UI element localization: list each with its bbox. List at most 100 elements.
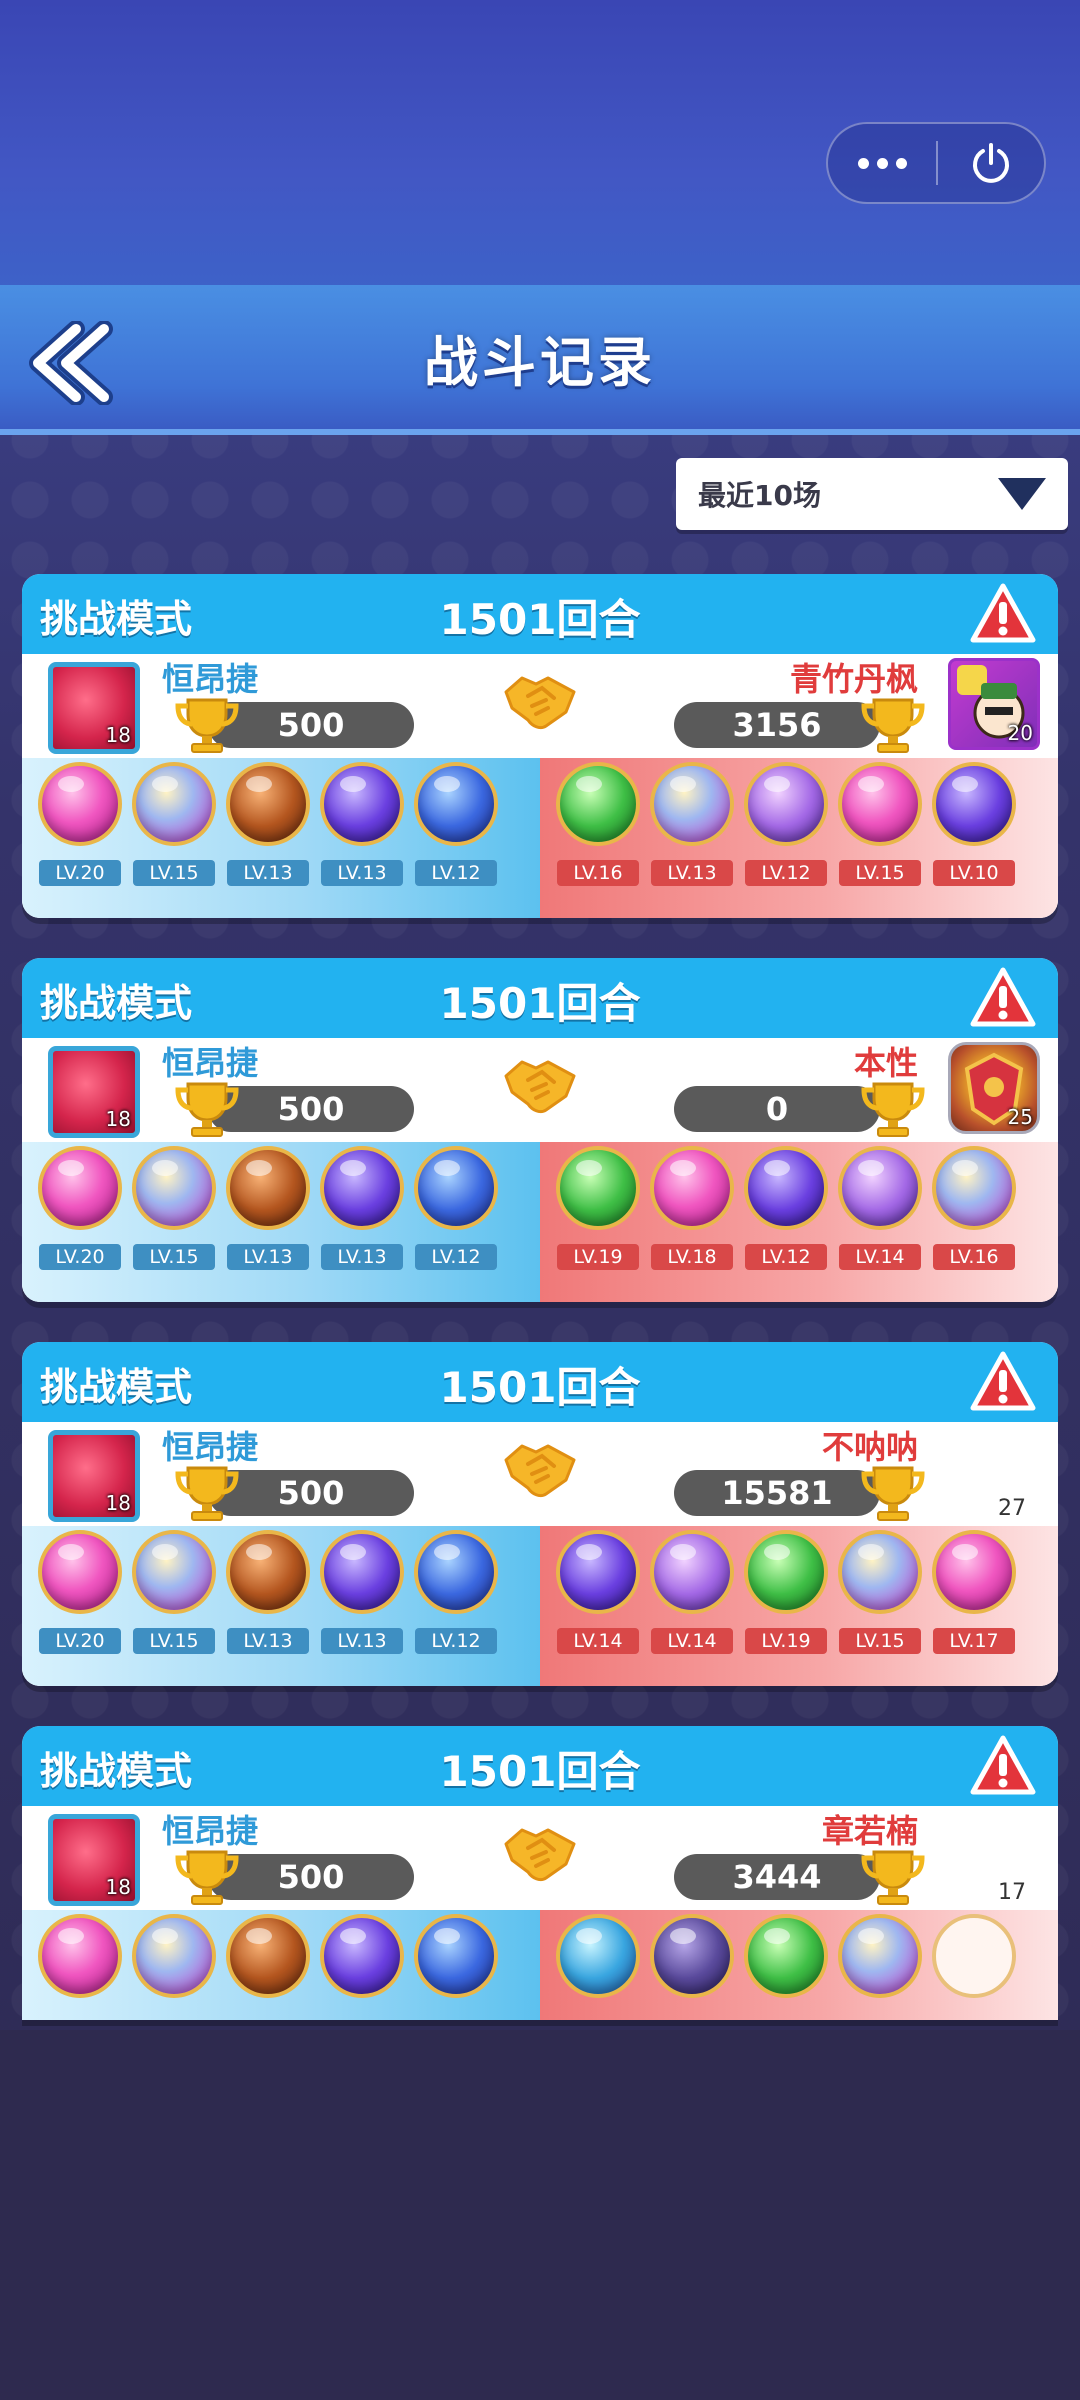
pet-slot[interactable] xyxy=(552,1914,644,2020)
pet-slot[interactable]: LV.14 xyxy=(834,1146,926,1302)
pet-slot[interactable]: LV.12 xyxy=(740,1146,832,1302)
rounds-label: 1501回合 xyxy=(439,1747,641,1796)
pet-slot[interactable] xyxy=(646,1914,738,2020)
my-team: LV.20 LV.15 LV.13 LV.13 LV.12 xyxy=(22,1526,540,1686)
battle-record-card[interactable]: 挑战模式 1501回合 18 恒昂捷 500 xyxy=(22,958,1058,1302)
opponent-avatar[interactable]: 25 xyxy=(948,1042,1040,1134)
pet-level: LV.16 xyxy=(933,1244,1015,1270)
pet-slot[interactable]: LV.16 xyxy=(928,1146,1020,1302)
pet-level: LV.14 xyxy=(651,1628,733,1654)
pet-slot[interactable]: LV.19 xyxy=(552,1146,644,1302)
filter-label: 最近10场 xyxy=(698,479,821,512)
pet-orb-icon xyxy=(226,1530,310,1614)
battle-record-card[interactable]: 挑战模式 1501回合 18 恒昂捷 500 xyxy=(22,1726,1058,2020)
pet-orb-icon xyxy=(132,1914,216,1998)
power-icon[interactable] xyxy=(938,139,1044,187)
pet-orb-icon xyxy=(650,1530,734,1614)
rounds-label: 1501回合 xyxy=(439,1363,641,1412)
pet-slot[interactable]: LV.15 xyxy=(128,762,220,918)
pet-slot[interactable]: LV.20 xyxy=(34,1146,126,1302)
card-body: 18 恒昂捷 500 章若楠 3444 17 xyxy=(22,1806,1058,2020)
pet-slot[interactable]: LV.13 xyxy=(222,1530,314,1686)
pet-orb-icon xyxy=(414,1146,498,1230)
handshake-icon xyxy=(504,1828,576,1882)
my-avatar[interactable]: 18 xyxy=(48,1046,140,1138)
pet-slot[interactable]: LV.13 xyxy=(316,1146,408,1302)
report-warning-icon[interactable] xyxy=(970,582,1036,644)
pet-slot[interactable]: LV.13 xyxy=(316,1530,408,1686)
opponent-trophy-count: 3444 xyxy=(674,1854,880,1900)
pet-orb-icon xyxy=(932,762,1016,846)
pet-slot[interactable] xyxy=(222,1914,314,2020)
pet-slot[interactable]: LV.19 xyxy=(740,1530,832,1686)
pet-slot[interactable]: LV.13 xyxy=(316,762,408,918)
range-filter-dropdown[interactable]: 最近10场 xyxy=(676,458,1068,530)
pet-slot[interactable]: LV.13 xyxy=(646,762,738,918)
pet-slot[interactable]: LV.15 xyxy=(128,1530,220,1686)
my-avatar[interactable]: 18 xyxy=(48,662,140,754)
pet-slot[interactable]: LV.10 xyxy=(928,762,1020,918)
report-warning-icon[interactable] xyxy=(970,1734,1036,1796)
pet-level: LV.20 xyxy=(39,1244,121,1270)
pet-orb-icon xyxy=(650,762,734,846)
battle-record-card[interactable]: 挑战模式 1501回合 18 恒昂捷 500 xyxy=(22,1342,1058,1686)
pet-slot[interactable]: LV.20 xyxy=(34,1530,126,1686)
report-warning-icon[interactable] xyxy=(970,1350,1036,1412)
pet-slot[interactable] xyxy=(834,1914,926,2020)
pet-level: LV.13 xyxy=(227,1628,309,1654)
pet-orb-icon xyxy=(38,1914,122,1998)
bottom-background xyxy=(0,2030,1080,2400)
pet-slot[interactable]: LV.15 xyxy=(834,762,926,918)
pet-slot[interactable]: LV.12 xyxy=(410,762,502,918)
pet-level: LV.15 xyxy=(839,1628,921,1654)
pet-slot[interactable]: LV.14 xyxy=(646,1530,738,1686)
pet-slot[interactable]: LV.12 xyxy=(410,1530,502,1686)
pet-slot[interactable]: LV.12 xyxy=(410,1146,502,1302)
dropdown-triangle-icon xyxy=(998,478,1046,510)
pet-slot[interactable]: LV.12 xyxy=(740,762,832,918)
pet-slot[interactable]: LV.20 xyxy=(34,762,126,918)
pet-slot[interactable]: LV.13 xyxy=(222,1146,314,1302)
pet-orb-icon xyxy=(414,1914,498,1998)
my-avatar-level: 18 xyxy=(105,1491,131,1515)
pet-slot[interactable]: LV.15 xyxy=(834,1530,926,1686)
pet-slot[interactable] xyxy=(740,1914,832,2020)
opponent-team: LV.14 LV.14 LV.19 LV.15 LV.17 xyxy=(540,1526,1058,1686)
pet-orb-icon xyxy=(932,1530,1016,1614)
pet-level: LV.17 xyxy=(933,1628,1015,1654)
pet-level: LV.15 xyxy=(133,860,215,886)
trophy-icon xyxy=(175,1082,239,1137)
opponent-avatar-level: 20 xyxy=(1007,721,1033,745)
my-avatar[interactable]: 18 xyxy=(48,1814,140,1906)
trophy-icon xyxy=(861,1850,925,1905)
rounds-label: 1501回合 xyxy=(439,595,641,644)
pet-slot[interactable] xyxy=(410,1914,502,2020)
pet-slot[interactable] xyxy=(128,1914,220,2020)
pet-slot[interactable]: LV.18 xyxy=(646,1146,738,1302)
card-body: 18 恒昂捷 500 不呐呐 15581 27 LV.20 LV.15 LV.1… xyxy=(22,1422,1058,1686)
pet-slot[interactable] xyxy=(928,1914,1020,2020)
opponent-avatar[interactable]: 20 xyxy=(948,658,1040,750)
pet-slot[interactable]: LV.15 xyxy=(128,1146,220,1302)
rounds-label: 1501回合 xyxy=(439,979,641,1028)
card-header: 挑战模式 1501回合 xyxy=(22,574,1058,654)
pet-level: LV.15 xyxy=(839,860,921,886)
pet-level: LV.13 xyxy=(321,860,403,886)
opponent-trophy-count: 3156 xyxy=(674,702,880,748)
opponent-team xyxy=(540,1910,1058,2020)
pet-level: LV.12 xyxy=(745,1244,827,1270)
battle-record-card[interactable]: 挑战模式 1501回合 18 恒昂捷 500 xyxy=(22,574,1058,918)
pet-slot[interactable]: LV.16 xyxy=(552,762,644,918)
my-avatar[interactable]: 18 xyxy=(48,1430,140,1522)
more-dots-icon[interactable] xyxy=(828,124,936,202)
pet-orb-icon xyxy=(226,1914,310,1998)
pet-slot[interactable] xyxy=(34,1914,126,2020)
pet-slot[interactable]: LV.14 xyxy=(552,1530,644,1686)
my-avatar-level: 18 xyxy=(105,1875,131,1899)
pet-slot[interactable] xyxy=(316,1914,408,2020)
pet-slot[interactable]: LV.13 xyxy=(222,762,314,918)
pet-slot[interactable]: LV.17 xyxy=(928,1530,1020,1686)
card-header: 挑战模式 1501回合 xyxy=(22,1342,1058,1422)
pet-level: LV.13 xyxy=(651,860,733,886)
report-warning-icon[interactable] xyxy=(970,966,1036,1028)
